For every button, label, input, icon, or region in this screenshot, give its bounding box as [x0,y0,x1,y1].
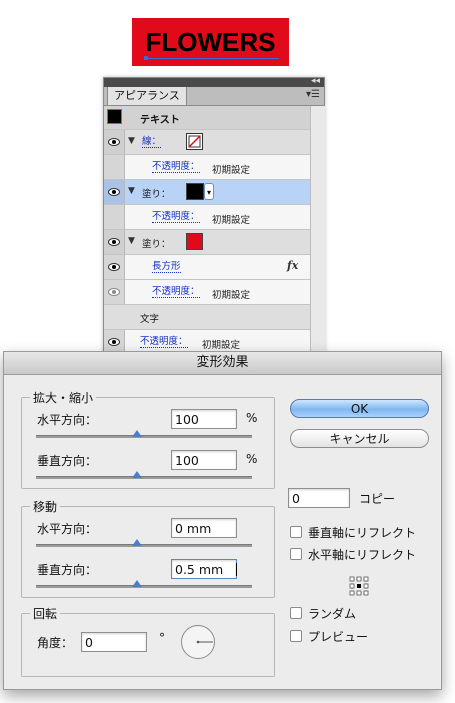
eye-icon[interactable] [108,136,120,148]
random-label[interactable]: ランダム [308,605,356,622]
text-cursor [236,563,237,576]
row-fill-2-opacity[interactable]: 不透明度： 初期設定 [104,280,310,305]
row-fill-1-opacity[interactable]: 不透明度： 初期設定 [104,205,310,230]
ok-button[interactable]: OK [290,399,429,418]
characters-label: 文字 [140,314,160,325]
disclosure-triangle-icon[interactable]: ▼ [128,236,135,246]
preview-checkbox[interactable] [290,630,302,642]
rotate-group-title: 回転 [30,605,61,622]
angle-dial-icon[interactable] [180,624,216,660]
reflect-y-label[interactable]: 水平軸にリフレクト [308,546,416,563]
disclosure-triangle-icon[interactable]: ▼ [128,136,135,146]
row-fill-1[interactable]: ▼ 塗り： ▾ [104,180,310,205]
opacity-link[interactable]: 不透明度： [152,211,200,223]
percent-unit: % [246,411,258,425]
move-horizontal-slider[interactable] [36,544,252,547]
opacity-value: 初期設定 [212,290,251,301]
appearance-panel: ◂◂ アピアランス ▾☰ テキスト ▼ 線： 不透明度： 初期設定 ▼ 塗り： … [103,76,325,361]
tab-appearance[interactable]: アピアランス [107,87,187,105]
move-group: 移動 水平方向： 0 mm 垂直方向： 0.5 mm [21,498,275,598]
copies-input[interactable]: 0 [288,488,350,508]
eye-icon[interactable] [108,261,120,273]
cancel-button[interactable]: キャンセル [290,429,429,448]
flowers-artwork[interactable]: FLOWERS [132,18,289,66]
move-horizontal-label: 水平方向： [37,522,98,536]
opacity-link[interactable]: 不透明度： [140,336,188,348]
fill-red-swatch[interactable] [186,233,203,250]
fill-black-swatch[interactable] [186,183,204,200]
row-text-label: テキスト [140,115,180,126]
opacity-value: 初期設定 [212,215,251,226]
stroke-none-swatch-icon[interactable] [186,133,203,150]
panel-grip-bar[interactable]: ◂◂ [104,76,324,87]
scale-horizontal-slider[interactable] [36,435,252,438]
row-stroke[interactable]: ▼ 線： [104,130,310,155]
scale-horizontal-input[interactable]: 100 [171,409,237,429]
artwork-text: FLOWERS [145,27,276,57]
eye-icon[interactable] [108,236,120,248]
opacity-value: 初期設定 [212,165,251,176]
opacity-link[interactable]: 不透明度： [152,161,200,173]
dialog-title: 変形効果 [4,352,441,375]
fx-icon[interactable]: fx [287,259,298,272]
panel-scrollbar[interactable] [310,106,325,360]
reflect-x-label[interactable]: 垂直軸にリフレクト [308,524,416,541]
opacity-value: 初期設定 [202,340,241,351]
row-text[interactable]: テキスト [104,106,310,130]
fill-label: 塗り： [142,189,171,200]
row-fill-2[interactable]: ▼ 塗り： [104,230,310,255]
move-horizontal-slider-thumb[interactable] [132,539,142,546]
reflect-y-checkbox[interactable] [290,548,302,560]
scale-vertical-input[interactable]: 100 [171,450,237,470]
fill-label: 塗り： [142,239,171,250]
eye-icon[interactable] [108,336,120,348]
reflect-x-checkbox[interactable] [290,526,302,538]
degree-unit: ° [159,631,165,645]
text-anchor-point [144,56,148,60]
move-group-title: 移動 [30,498,61,515]
scale-horizontal-slider-thumb[interactable] [132,430,142,437]
scale-vertical-slider[interactable] [36,476,252,479]
scale-horizontal-label: 水平方向： [37,413,98,427]
scale-vertical-slider-thumb[interactable] [132,471,142,478]
move-vertical-slider[interactable] [36,585,252,588]
collapse-icon[interactable]: ◂◂ [311,76,320,86]
row-stroke-opacity[interactable]: 不透明度： 初期設定 [104,155,310,180]
disclosure-triangle-icon[interactable]: ▼ [128,186,135,196]
scale-group: 拡大・縮小 水平方向： 100 % 垂直方向： 100 % [21,389,275,489]
text-thumbnail-icon [107,109,122,124]
eye-icon[interactable] [108,186,120,198]
panel-menu-icon[interactable]: ▾☰ [306,89,320,100]
reference-point-locator-icon[interactable] [349,576,369,596]
eye-icon[interactable] [108,286,120,298]
effect-rectangle-link[interactable]: 長方形 [152,261,181,273]
move-vertical-label: 垂直方向： [37,563,98,577]
appearance-list: テキスト ▼ 線： 不透明度： 初期設定 ▼ 塗り： ▾ 不透明度： 初期設定 … [104,106,310,360]
panel-tab-bar: アピアランス ▾☰ [104,87,324,106]
percent-unit: % [246,452,258,466]
scale-group-title: 拡大・縮小 [30,389,97,406]
row-effect-rectangle[interactable]: 長方形 fx [104,255,310,280]
scale-vertical-label: 垂直方向： [37,454,98,468]
stroke-link[interactable]: 線： [142,136,162,148]
move-vertical-input[interactable]: 0.5 mm [171,559,237,579]
angle-input[interactable]: 0 [81,632,147,652]
angle-label: 角度： [37,636,74,650]
random-checkbox[interactable] [290,607,302,619]
opacity-link[interactable]: 不透明度： [152,286,200,298]
transform-effect-dialog: 変形効果 拡大・縮小 水平方向： 100 % 垂直方向： 100 % 移動 水平… [3,351,442,690]
text-baseline-guide [144,58,279,59]
swatch-dropdown-icon[interactable]: ▾ [204,183,214,200]
rotate-group: 回転 角度： 0 ° [21,605,275,677]
preview-label[interactable]: プレビュー [308,628,368,645]
move-vertical-slider-thumb[interactable] [132,580,142,587]
row-characters[interactable]: 文字 [104,305,310,330]
move-horizontal-input[interactable]: 0 mm [171,518,237,538]
copies-label: コピー [359,492,396,506]
